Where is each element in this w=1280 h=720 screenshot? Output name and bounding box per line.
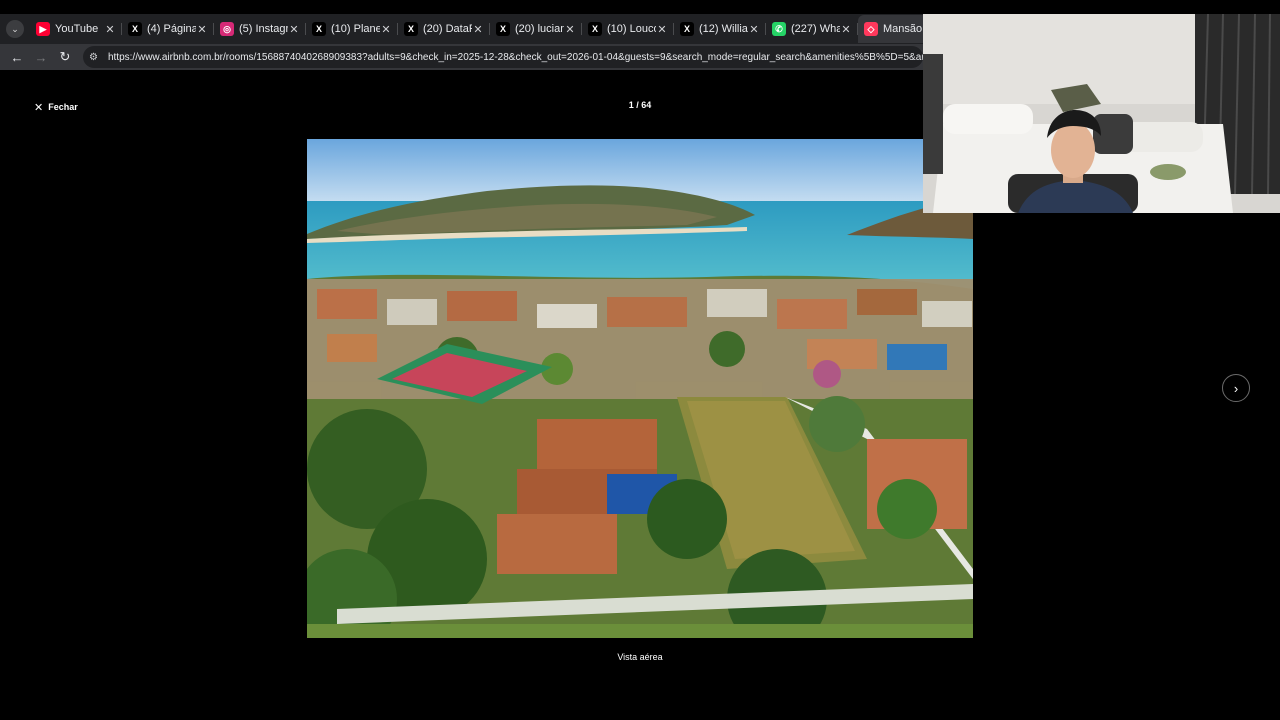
x-icon: X xyxy=(312,22,326,36)
browser-tab[interactable]: X (10) Loucos✕ xyxy=(582,15,674,43)
photo-aerial-view xyxy=(307,139,973,638)
tab-title: (10) Loucos xyxy=(607,23,656,35)
chevron-right-icon: › xyxy=(1233,380,1239,396)
x-icon: X xyxy=(404,22,418,36)
site-settings-icon[interactable]: ⚙ xyxy=(89,52,102,63)
browser-tab[interactable]: X (12) William✕ xyxy=(674,15,766,43)
photo-caption: Vista aérea xyxy=(617,652,663,662)
tabs: ▶YouTube✕X(4) Página In✕◎(5) Instagram✕X… xyxy=(30,15,950,43)
browser-tab[interactable]: ✆ (227) Whats✕ xyxy=(766,15,858,43)
chevron-down-icon: ⌄ xyxy=(6,20,24,38)
whatsapp-icon: ✆ xyxy=(772,22,786,36)
close-icon: ✕ xyxy=(34,101,44,114)
tab-title: (20) luciane xyxy=(515,23,564,35)
youtube-icon: ▶ xyxy=(36,22,50,36)
browser-tab[interactable]: X (4) Página In✕ xyxy=(122,15,214,43)
reload-icon: ↻ xyxy=(59,49,71,64)
forward-button[interactable]: → xyxy=(29,45,53,69)
tab-close-icon[interactable]: ✕ xyxy=(196,23,208,36)
tab-title: (10) Planeta xyxy=(331,23,380,35)
next-photo-button[interactable]: › xyxy=(1222,374,1250,402)
tab-close-icon[interactable]: ✕ xyxy=(840,23,852,36)
tab-close-icon[interactable]: ✕ xyxy=(564,23,576,36)
arrow-left-icon: ← xyxy=(10,49,24,65)
x-icon: X xyxy=(680,22,694,36)
url-field[interactable]: ⚙ https://www.airbnb.com.br/rooms/156887… xyxy=(83,46,923,68)
tab-search-button[interactable]: ⌄ xyxy=(0,15,30,43)
x-icon: X xyxy=(496,22,510,36)
browser-tab[interactable]: ◎ (5) Instagram✕ xyxy=(214,15,306,43)
tab-close-icon[interactable]: ✕ xyxy=(288,23,300,36)
tab-title: (5) Instagram xyxy=(239,23,288,35)
tab-close-icon[interactable]: ✕ xyxy=(656,23,668,36)
browser-tab[interactable]: X (20) luciane✕ xyxy=(490,15,582,43)
airbnb-icon: ◇ xyxy=(864,22,878,36)
tab-title: (12) William xyxy=(699,23,748,35)
browser-tab[interactable]: ▶ YouTube ✕ xyxy=(30,15,122,43)
tab-close-icon[interactable]: ✕ xyxy=(380,23,392,36)
webcam-overlay xyxy=(923,14,1280,213)
close-button[interactable]: ✕ Fechar xyxy=(34,99,78,115)
tab-close-icon[interactable]: ✕ xyxy=(748,23,760,36)
x-icon: X xyxy=(588,22,602,36)
close-label: Fechar xyxy=(48,102,78,112)
browser-tab[interactable]: X (20) DataFut✕ xyxy=(398,15,490,43)
tab-title: YouTube xyxy=(55,23,99,35)
tab-title: (20) DataFut xyxy=(423,23,472,35)
back-button[interactable]: ← xyxy=(5,45,29,69)
instagram-icon: ◎ xyxy=(220,22,234,36)
arrow-right-icon: → xyxy=(34,49,48,65)
browser-tab[interactable]: X (10) Planeta✕ xyxy=(306,15,398,43)
reload-button[interactable]: ↻ xyxy=(53,45,77,69)
photo-counter: 1 / 64 xyxy=(628,100,652,110)
tab-title: (227) Whats xyxy=(791,23,840,35)
tab-title: (4) Página In xyxy=(147,23,196,35)
x-icon: X xyxy=(128,22,142,36)
url-text: https://www.airbnb.com.br/rooms/15688740… xyxy=(107,51,923,63)
tab-close-icon[interactable]: ✕ xyxy=(104,23,116,36)
tab-close-icon[interactable]: ✕ xyxy=(472,23,484,36)
